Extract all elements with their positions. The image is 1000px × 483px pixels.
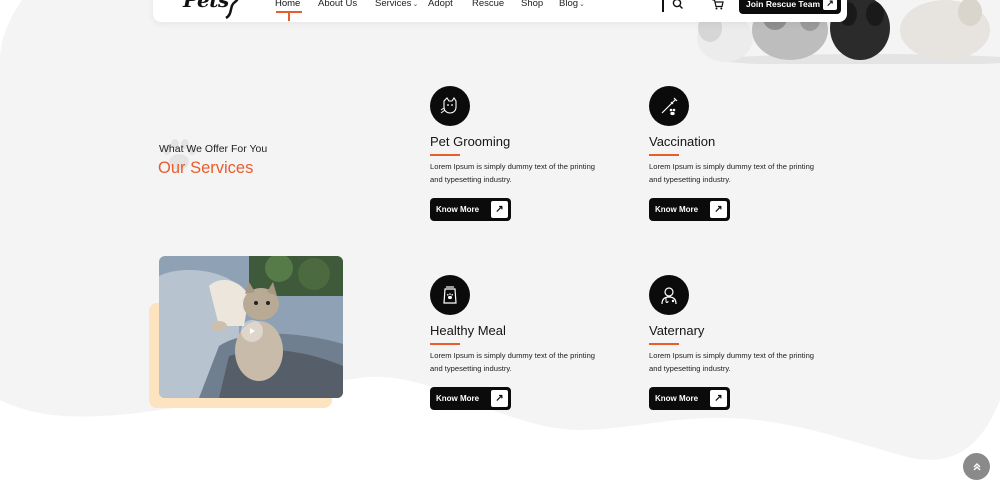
arrow-up-right-icon: ↗ xyxy=(491,390,508,407)
background-wave xyxy=(0,0,1000,460)
scroll-to-top-button[interactable] xyxy=(963,453,990,480)
play-icon xyxy=(250,328,255,334)
grooming-icon xyxy=(430,86,470,126)
nav-adopt[interactable]: Adopt xyxy=(428,0,453,9)
know-more-label: Know More xyxy=(655,205,699,214)
arrow-up-right-icon: ↗ xyxy=(710,201,727,218)
arrow-up-right-icon: ↗ xyxy=(710,390,727,407)
join-rescue-team-button[interactable]: Join Rescue Team ↗ xyxy=(739,0,841,14)
active-nav-tick xyxy=(288,12,290,21)
title-underline xyxy=(430,154,460,156)
nav-divider xyxy=(662,0,664,12)
title-underline xyxy=(430,343,460,345)
service-card-pet-grooming: Pet Grooming Lorem Ipsum is simply dummy… xyxy=(430,86,610,221)
know-more-button[interactable]: Know More ↗ xyxy=(430,387,511,410)
service-description: Lorem Ipsum is simply dummy text of the … xyxy=(430,162,596,184)
vet-icon xyxy=(649,275,689,315)
service-title: Vaternary xyxy=(649,323,705,338)
search-icon[interactable] xyxy=(671,0,685,11)
service-description: Lorem Ipsum is simply dummy text of the … xyxy=(430,351,596,373)
section-title: Our Services xyxy=(158,159,254,177)
food-bag-icon xyxy=(430,275,470,315)
logo-text: Pets xyxy=(183,0,229,12)
play-button[interactable] xyxy=(241,320,263,342)
top-navbar: Pets Home About Us Services⌄ Adopt Rescu… xyxy=(153,0,847,22)
cart-icon[interactable] xyxy=(711,0,725,11)
video-thumbnail[interactable] xyxy=(159,256,343,398)
chevron-down-icon: ⌄ xyxy=(579,1,585,8)
site-logo[interactable]: Pets xyxy=(183,0,229,12)
know-more-button[interactable]: Know More ↗ xyxy=(649,198,730,221)
title-underline xyxy=(649,154,679,156)
nav-blog[interactable]: Blog⌄ xyxy=(559,0,585,9)
know-more-label: Know More xyxy=(436,394,480,403)
nav-rescue[interactable]: Rescue xyxy=(472,0,504,9)
nav-blog-label: Blog xyxy=(559,0,579,9)
chevron-down-icon: ⌄ xyxy=(412,1,419,8)
service-description: Lorem Ipsum is simply dummy text of the … xyxy=(649,162,815,184)
arrow-up-right-icon: ↗ xyxy=(823,0,837,10)
section-subtitle: What We Offer For You xyxy=(159,143,268,155)
logo-swirl-icon xyxy=(225,0,239,20)
service-description: Lorem Ipsum is simply dummy text of the … xyxy=(649,351,815,373)
nav-home[interactable]: Home xyxy=(275,0,300,9)
service-title: Pet Grooming xyxy=(430,134,511,149)
know-more-label: Know More xyxy=(655,394,699,403)
join-button-label: Join Rescue Team xyxy=(746,0,821,9)
service-card-healthy-meal: Healthy Meal Lorem Ipsum is simply dummy… xyxy=(430,275,610,410)
title-underline xyxy=(649,343,679,345)
nav-services[interactable]: Services⌄ xyxy=(375,0,418,9)
syringe-icon xyxy=(649,86,689,126)
know-more-button[interactable]: Know More ↗ xyxy=(649,387,730,410)
service-title: Vaccination xyxy=(649,134,716,149)
know-more-button[interactable]: Know More ↗ xyxy=(430,198,511,221)
service-title: Healthy Meal xyxy=(430,323,506,338)
double-chevron-up-icon xyxy=(973,462,980,470)
service-card-vaternary: Vaternary Lorem Ipsum is simply dummy te… xyxy=(649,275,829,410)
nav-about-us[interactable]: About Us xyxy=(318,0,357,9)
service-card-vaccination: Vaccination Lorem Ipsum is simply dummy … xyxy=(649,86,829,221)
arrow-up-right-icon: ↗ xyxy=(491,201,508,218)
know-more-label: Know More xyxy=(436,205,480,214)
nav-services-label: Services xyxy=(375,0,412,9)
nav-shop[interactable]: Shop xyxy=(521,0,543,9)
